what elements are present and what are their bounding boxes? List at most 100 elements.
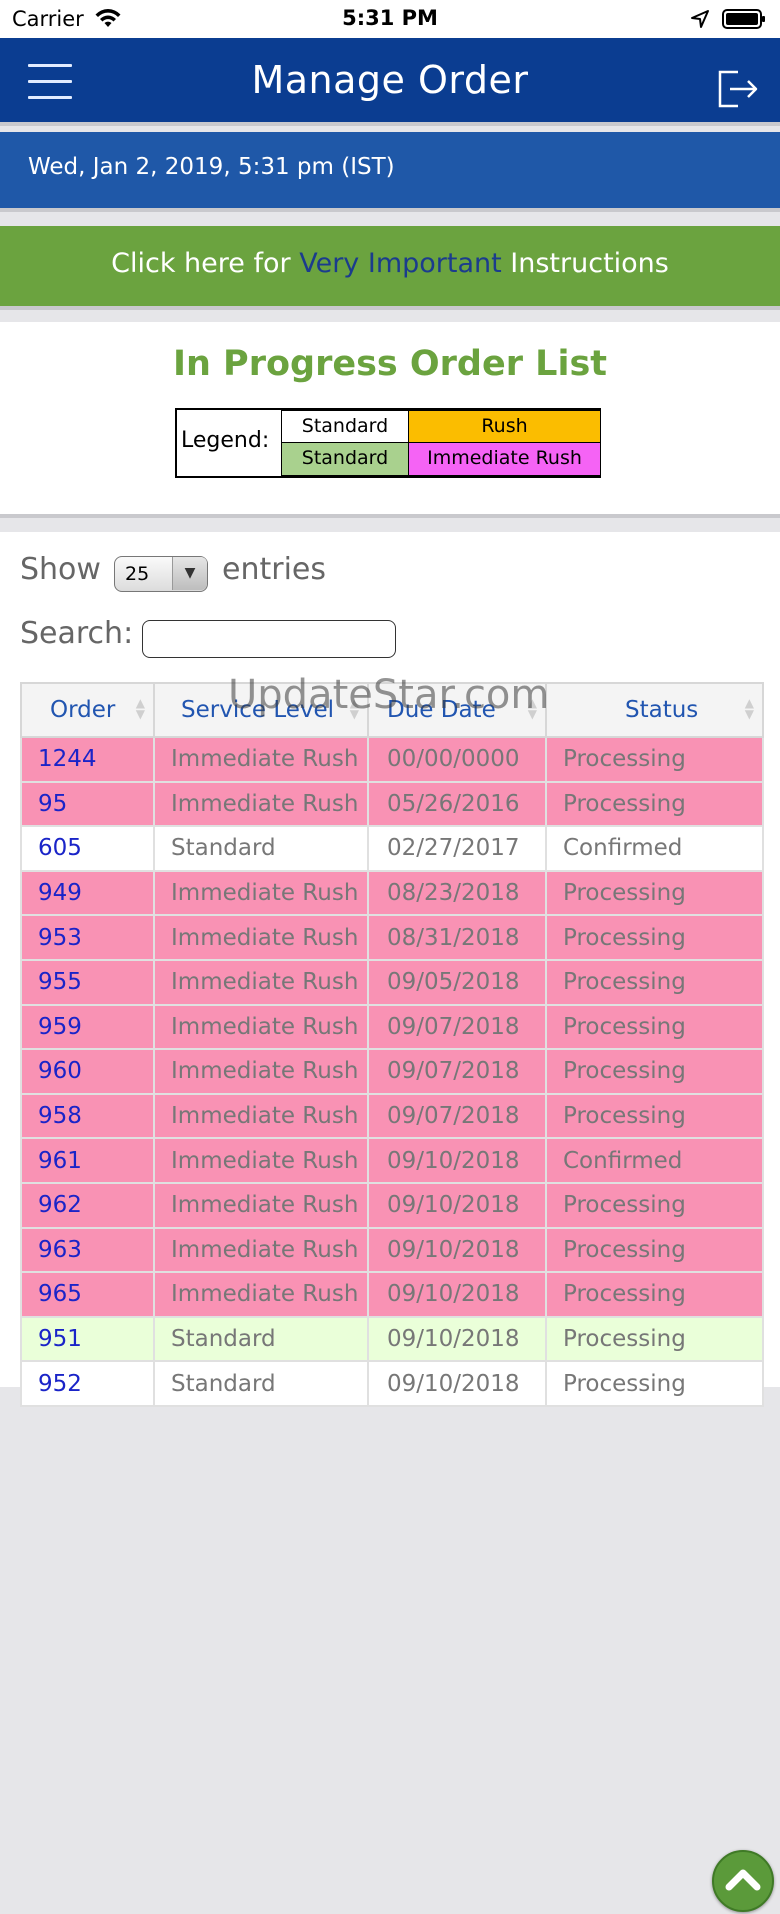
order-id-cell[interactable]: 963 (20, 1226, 155, 1274)
order-id-cell[interactable]: 959 (20, 1003, 155, 1051)
app-header: Manage Order (0, 38, 780, 122)
table-row[interactable]: 961 Immediate Rush 09/10/2018 Confirmed (20, 1137, 764, 1184)
legend-divider (0, 514, 780, 518)
due-date-cell: 09/10/2018 (367, 1271, 547, 1318)
due-date-cell: 00/00/0000 (367, 736, 547, 783)
chevron-up-icon (725, 1869, 761, 1891)
instructions-prefix: Click here for (111, 248, 300, 279)
order-id-cell[interactable]: 605 (20, 825, 155, 872)
search-input[interactable] (142, 620, 396, 658)
table-row[interactable]: 951 Standard 09/10/2018 Processing (20, 1315, 764, 1363)
order-list-header: In Progress Order List Legend: Standard … (0, 322, 780, 514)
status-cell: Processing (545, 1048, 764, 1095)
legend-rush: Rush (408, 410, 601, 443)
table-row[interactable]: 959 Immediate Rush 09/07/2018 Processing (20, 1003, 764, 1051)
table-body: 1244 Immediate Rush 00/00/0000 Processing 95… (20, 736, 764, 1407)
table-row[interactable]: 955 Immediate Rush 09/05/2018 Processing (20, 958, 764, 1006)
order-id-cell[interactable]: 965 (20, 1271, 155, 1318)
sort-icon: ▲ ▼ (744, 696, 754, 721)
instructions-link[interactable]: Very Important (299, 248, 502, 279)
order-id-cell[interactable]: 953 (20, 914, 155, 961)
legend-immediate-rush: Immediate Rush (408, 442, 601, 476)
column-header-label: Status (625, 697, 699, 723)
status-cell: Processing (545, 736, 764, 783)
due-date-cell: 09/07/2018 (367, 1003, 547, 1051)
order-id-cell[interactable]: 95 (20, 780, 155, 828)
table-row[interactable]: 1244 Immediate Rush 00/00/0000 Processing (20, 736, 764, 783)
sort-icon: ▲ ▼ (135, 696, 145, 721)
table-row[interactable]: 962 Immediate Rush 09/10/2018 Processing (20, 1181, 764, 1229)
battery-icon (722, 9, 765, 29)
location-arrow-icon (691, 10, 709, 28)
status-cell: Processing (545, 1271, 764, 1318)
status-bar: Carrier 5:31 PM (0, 0, 780, 38)
entries-per-page-select[interactable]: 25 ▼ (114, 556, 208, 592)
due-date-cell: 09/07/2018 (367, 1048, 547, 1095)
legend-standard-green: Standard (281, 442, 409, 476)
logout-icon[interactable] (716, 68, 760, 110)
date-bar: Wed, Jan 2, 2019, 5:31 pm (IST) (0, 132, 780, 208)
table-row[interactable]: 963 Immediate Rush 09/10/2018 Processing (20, 1226, 764, 1274)
due-date-cell: 09/10/2018 (367, 1360, 547, 1407)
entries-value: 25 (125, 563, 150, 585)
show-label: Show (20, 552, 101, 587)
status-cell: Processing (545, 914, 764, 961)
instructions-banner[interactable]: Click here for Very Important Instructio… (0, 226, 780, 306)
table-row[interactable]: 960 Immediate Rush 09/07/2018 Processing (20, 1048, 764, 1095)
column-header-service-level[interactable]: Service Level ▲ ▼ (153, 682, 369, 738)
order-id-cell[interactable]: 955 (20, 958, 155, 1006)
table-row[interactable]: 965 Immediate Rush 09/10/2018 Processing (20, 1271, 764, 1318)
due-date-cell: 09/10/2018 (367, 1137, 547, 1184)
order-id-cell[interactable]: 958 (20, 1092, 155, 1140)
status-cell: Processing (545, 1003, 764, 1051)
status-cell: Processing (545, 1226, 764, 1274)
table-row[interactable]: 605 Standard 02/27/2017 Confirmed (20, 825, 764, 872)
order-id-cell[interactable]: 951 (20, 1315, 155, 1363)
scroll-to-top-button[interactable] (712, 1850, 774, 1912)
table-row[interactable]: 949 Immediate Rush 08/23/2018 Processing (20, 869, 764, 917)
column-header-due-date[interactable]: Due Date ▲ ▼ (367, 682, 547, 738)
search-label: Search: (20, 616, 134, 651)
status-cell: Processing (545, 780, 764, 828)
sort-icon: ▲ ▼ (527, 696, 537, 721)
status-cell: Confirmed (545, 1137, 764, 1184)
table-header-row: Order ▲ ▼ Service Level ▲ ▼ Due Date ▲ ▼ Statu… (20, 682, 764, 738)
service-level-cell: Immediate Rush (153, 1092, 369, 1140)
service-level-cell: Immediate Rush (153, 869, 369, 917)
orders-table: Order ▲ ▼ Service Level ▲ ▼ Due Date ▲ ▼ Statu… (20, 682, 764, 1407)
order-id-cell[interactable]: 962 (20, 1181, 155, 1229)
order-id-cell[interactable]: 961 (20, 1137, 155, 1184)
due-date-cell: 09/10/2018 (367, 1226, 547, 1274)
table-row[interactable]: 958 Immediate Rush 09/07/2018 Processing (20, 1092, 764, 1140)
service-level-cell: Immediate Rush (153, 780, 369, 828)
order-id-cell[interactable]: 949 (20, 869, 155, 917)
chevron-down-icon: ▼ (172, 557, 207, 590)
due-date-cell: 05/26/2016 (367, 780, 547, 828)
order-id-cell[interactable]: 1244 (20, 736, 155, 783)
service-level-cell: Standard (153, 825, 369, 872)
table-row[interactable]: 952 Standard 09/10/2018 Processing (20, 1360, 764, 1407)
table-row[interactable]: 953 Immediate Rush 08/31/2018 Processing (20, 914, 764, 961)
instructions-divider (0, 306, 780, 310)
due-date-cell: 02/27/2017 (367, 825, 547, 872)
header-divider (0, 122, 780, 126)
instructions-text: Click here for Very Important Instructio… (0, 248, 780, 279)
service-level-cell: Standard (153, 1360, 369, 1407)
service-level-cell: Immediate Rush (153, 1271, 369, 1318)
due-date-cell: 08/31/2018 (367, 914, 547, 961)
column-header-status[interactable]: Status ▲ ▼ (545, 682, 764, 738)
order-id-cell[interactable]: 960 (20, 1048, 155, 1095)
service-level-cell: Immediate Rush (153, 958, 369, 1006)
search-control: Search: (20, 616, 396, 658)
due-date-cell: 09/05/2018 (367, 958, 547, 1006)
legend-label: Legend: (181, 428, 270, 453)
column-header-order[interactable]: Order ▲ ▼ (20, 682, 155, 738)
order-id-cell[interactable]: 952 (20, 1360, 155, 1407)
order-list-title: In Progress Order List (172, 344, 608, 384)
service-level-cell: Immediate Rush (153, 1003, 369, 1051)
table-row[interactable]: 95 Immediate Rush 05/26/2016 Processing (20, 780, 764, 828)
clock-label: 5:31 PM (342, 6, 438, 30)
legend: Legend: Standard Rush Standard Immediate… (175, 408, 601, 478)
service-level-cell: Immediate Rush (153, 1181, 369, 1229)
status-cell: Processing (545, 958, 764, 1006)
